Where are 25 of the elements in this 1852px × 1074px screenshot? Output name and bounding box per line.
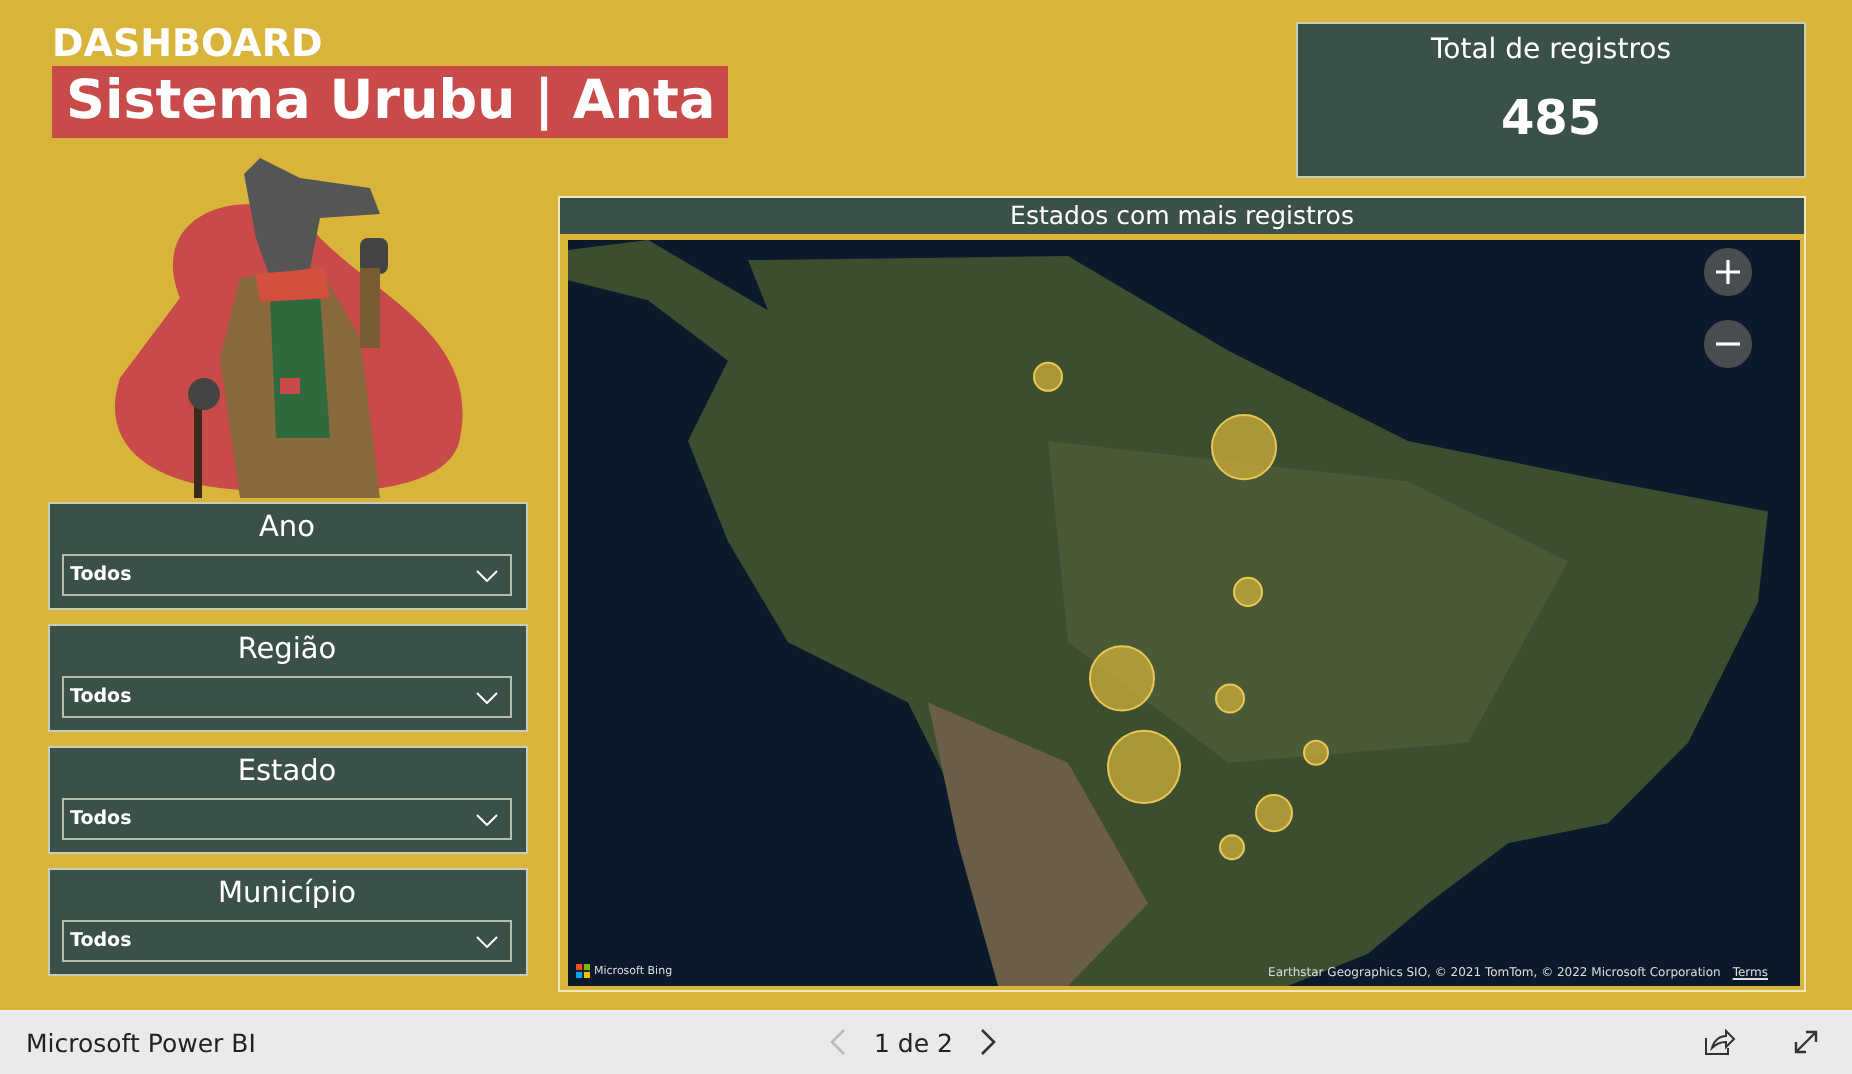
dashboard-label: DASHBOARD [52,24,323,64]
filter-label: Região [237,632,337,670]
filter-label: Ano [259,510,315,548]
filter-label: Estado [237,754,337,792]
plus-icon [1714,258,1742,286]
dashboard-title: Sistema Urubu | Anta [52,66,728,138]
filter-dropdown[interactable]: Todos [62,554,512,596]
chevron-left-icon [830,1028,846,1056]
filter-dropdown[interactable]: Todos [62,920,512,962]
filter-dropdown[interactable]: Todos [62,798,512,840]
chevron-down-icon [476,691,498,703]
filter-label: Município [217,876,357,914]
chevron-down-icon [476,569,498,581]
app-name: Microsoft Power BI [26,1027,256,1057]
map-title: Estados com mais registros [1010,198,1354,234]
chevron-down-icon [476,813,498,825]
page-indicator: 1 de 2 [874,1027,953,1057]
chevron-right-icon [980,1028,997,1056]
filter-dropdown[interactable]: Todos [62,676,512,718]
chevron-down-icon [476,935,498,947]
windows-logo-icon [576,964,590,978]
total-label: Total de registros [1430,34,1672,66]
share-icon [1704,1028,1736,1056]
total-value: 485 [1500,90,1602,146]
expand-arrows-icon [1792,1028,1820,1056]
